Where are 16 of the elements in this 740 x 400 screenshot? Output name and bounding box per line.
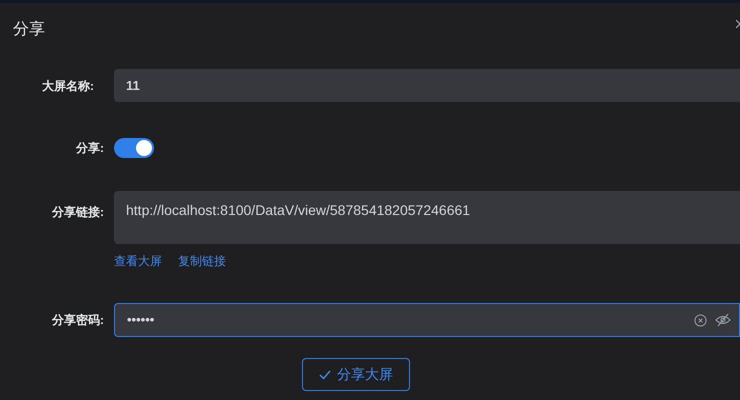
link-textarea[interactable]: http://localhost:8100/DataV/view/587854182057246661 bbox=[114, 191, 740, 244]
action-link[interactable]: 查看大屏 bbox=[114, 252, 162, 270]
name-field[interactable]: 11 bbox=[114, 69, 740, 102]
dialog-title: 分享 bbox=[13, 20, 45, 40]
field-label: 分享链接: bbox=[50, 204, 104, 221]
password-field[interactable]: •••••• bbox=[114, 303, 740, 337]
field-label: 分享密码: bbox=[50, 312, 104, 329]
close-icon[interactable] bbox=[736, 19, 740, 29]
hidden-eye-icon[interactable] bbox=[715, 313, 731, 327]
clear-icon[interactable] bbox=[694, 314, 707, 326]
field-label: 大屏名称: bbox=[41, 78, 95, 94]
check-icon bbox=[319, 370, 331, 380]
action-link[interactable]: 复制链接 bbox=[178, 252, 226, 270]
share-button[interactable]: 分享大屏 bbox=[302, 358, 410, 391]
field-label: 分享: bbox=[74, 140, 104, 157]
share-toggle[interactable] bbox=[114, 138, 154, 158]
